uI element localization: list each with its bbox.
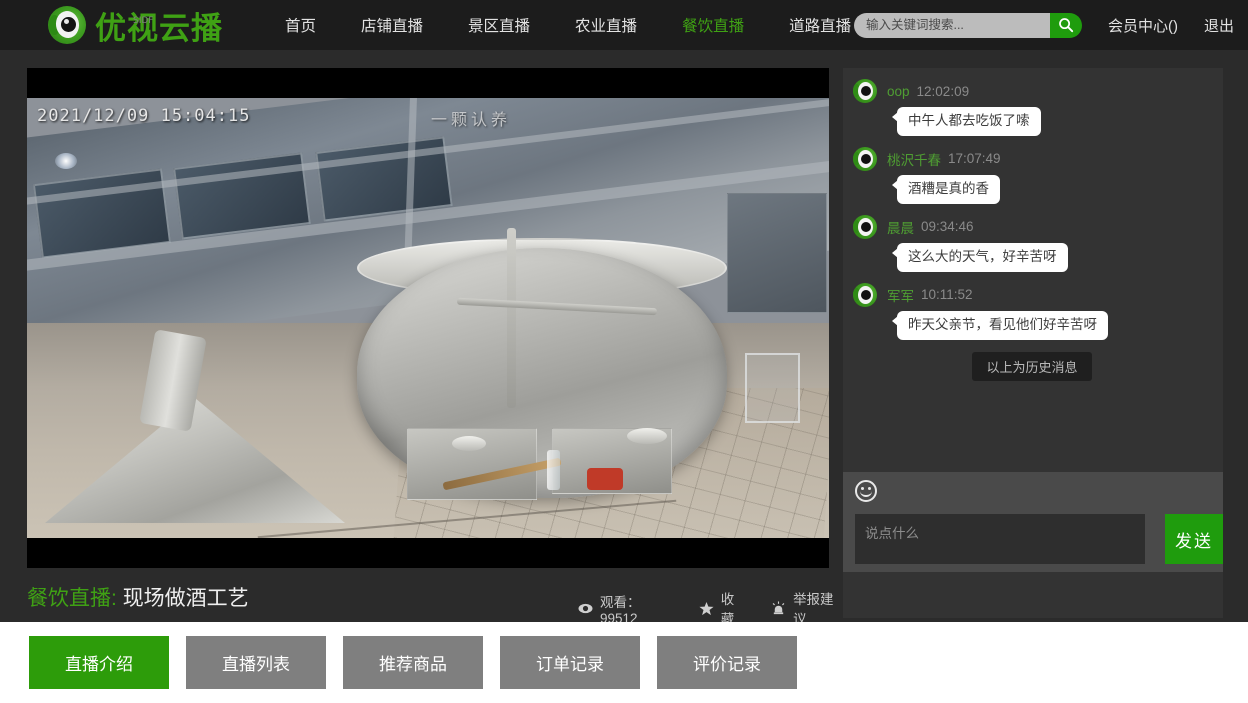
tab-order-records[interactable]: 订单记录 (500, 636, 640, 689)
chat-panel: oop 12:02:09 中午人都去吃饭了嗦 桃沢千春 17:07:49 酒糟是… (843, 68, 1223, 618)
live-category-label: 餐饮直播: (27, 587, 117, 610)
chat-timestamp: 09:34:46 (921, 219, 974, 235)
tab-live-list[interactable]: 直播列表 (186, 636, 326, 689)
video-watermark: 一颗认养 (430, 112, 511, 129)
viewer-count-label: 观看：99512 (600, 594, 641, 626)
chat-input[interactable] (855, 514, 1145, 564)
chat-timestamp: 12:02:09 (916, 83, 970, 99)
video-timestamp: 2021/12/09 15:04:15 (37, 106, 251, 126)
site-logo[interactable]: 优视云播 SIDF (48, 3, 223, 48)
logo-text: 优视云播 SIDF (95, 3, 223, 48)
chat-username: 晨晨 (887, 220, 914, 236)
eye-icon (578, 603, 593, 614)
history-badge-label: 以上为历史消息 (972, 351, 1092, 381)
logo-sub-label: SIDF (133, 15, 154, 26)
nav-item-scenic-live[interactable]: 景区直播 (468, 14, 530, 36)
chat-message-list[interactable]: oop 12:02:09 中午人都去吃饭了嗦 桃沢千春 17:07:49 酒糟是… (843, 68, 1223, 472)
chat-username: 军军 (887, 288, 914, 304)
site-header: 优视云播 SIDF 首页 店铺直播 景区直播 农业直播 餐饮直播 道路直播 会员… (0, 0, 1248, 50)
history-divider: 以上为历史消息 (853, 351, 1211, 381)
send-button[interactable]: 发送 (1165, 514, 1223, 564)
member-center-link[interactable]: 会员中心() (1108, 15, 1178, 36)
chat-message: 桃沢千春 17:07:49 酒糟是真的香 (853, 146, 1211, 204)
chat-timestamp: 17:07:49 (948, 151, 1001, 167)
nav-item-agriculture-live[interactable]: 农业直播 (575, 14, 637, 36)
chat-bubble: 这么大的天气，好辛苦呀 (892, 242, 1068, 272)
main-nav: 首页 店铺直播 景区直播 农业直播 餐饮直播 道路直播 (285, 14, 851, 36)
chat-username: oop (887, 83, 910, 99)
chat-username: 桃沢千春 (887, 152, 941, 168)
page-title: 餐饮直播: 现场做酒工艺 (27, 582, 249, 612)
logo-label: 优视云播 (95, 10, 223, 47)
logout-link[interactable]: 退出 (1204, 15, 1234, 36)
avatar (853, 146, 877, 171)
live-title-label: 现场做酒工艺 (122, 587, 249, 610)
smiley-icon[interactable] (855, 480, 877, 502)
chat-bubble: 中午人都去吃饭了嗦 (892, 107, 1041, 136)
chat-input-area: 发送 (843, 472, 1223, 572)
avatar (853, 79, 877, 103)
tab-recommended-products[interactable]: 推荐商品 (343, 636, 483, 689)
live-info-bar: 餐饮直播: 现场做酒工艺 观看：99512 收藏 举报建议 (0, 572, 843, 627)
chat-message: 晨晨 09:34:46 这么大的天气，好辛苦呀 (853, 214, 1211, 272)
avatar (853, 282, 877, 307)
nav-item-shop-live[interactable]: 店铺直播 (361, 14, 423, 36)
tab-live-intro[interactable]: 直播介绍 (29, 636, 169, 689)
content-tabs: 直播介绍 直播列表 推荐商品 订单记录 评价记录 (0, 622, 1248, 703)
nav-item-road-live[interactable]: 道路直播 (789, 14, 851, 36)
tab-review-records[interactable]: 评价记录 (657, 636, 797, 689)
video-player[interactable]: 2021/12/09 15:04:15 一颗认养 (27, 68, 829, 568)
alarm-icon (771, 600, 786, 616)
nav-item-home[interactable]: 首页 (285, 14, 316, 36)
chat-message: 军军 10:11:52 昨天父亲节，看见他们好辛苦呀 (853, 282, 1211, 340)
nav-item-catering-live[interactable]: 餐饮直播 (682, 14, 744, 36)
chat-bubble: 昨天父亲节，看见他们好辛苦呀 (892, 310, 1108, 340)
star-icon (699, 601, 714, 616)
chat-bubble: 酒糟是真的香 (892, 174, 1000, 204)
header-right-group: 会员中心() 退出 (853, 0, 1234, 50)
search-button[interactable] (1049, 12, 1082, 38)
chat-timestamp: 10:11:52 (921, 287, 973, 303)
search-icon (1059, 18, 1074, 33)
video-frame (27, 98, 829, 538)
search-box[interactable] (853, 12, 1050, 38)
chat-message: oop 12:02:09 中午人都去吃饭了嗦 (853, 78, 1211, 136)
stage-area: 2021/12/09 15:04:15 一颗认养 oop 12:02:09 中午… (0, 50, 1248, 627)
viewer-count: 观看：99512 (578, 591, 673, 626)
search-input[interactable] (865, 12, 1050, 38)
avatar (853, 214, 877, 239)
eye-icon (48, 6, 86, 44)
